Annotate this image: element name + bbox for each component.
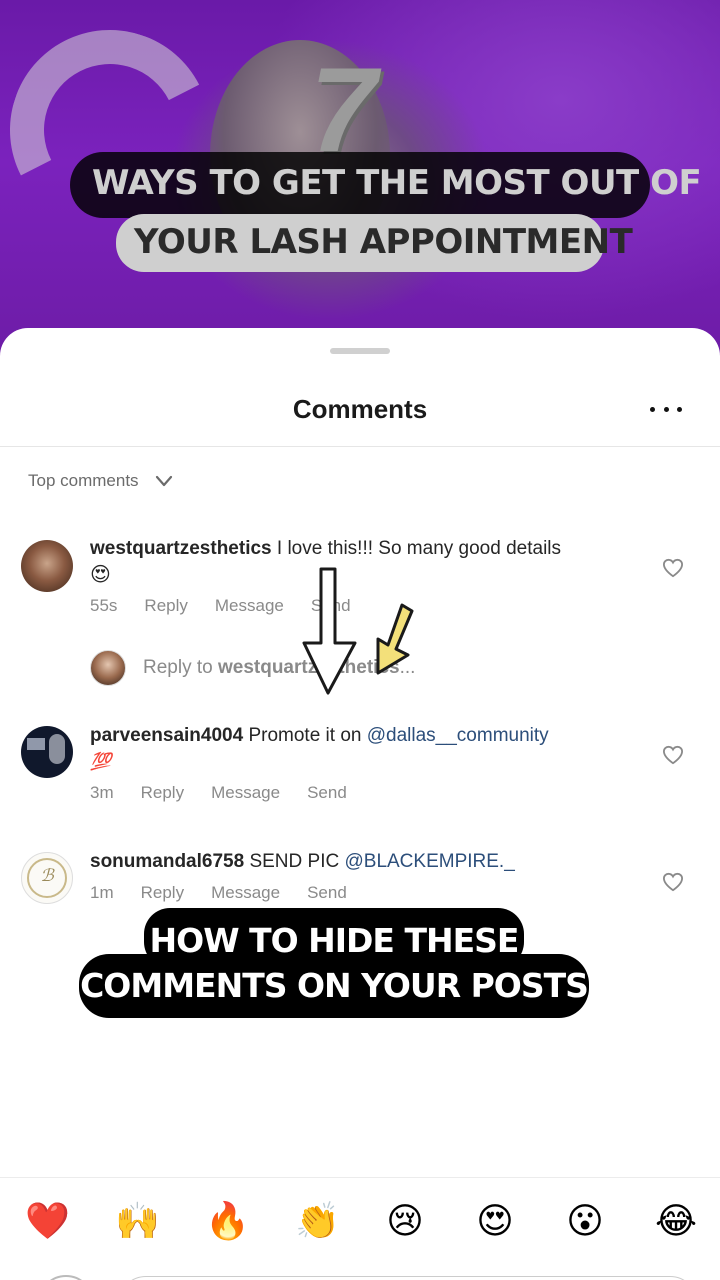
message-button[interactable]: Message — [211, 883, 280, 903]
sort-selector[interactable]: Top comments — [28, 471, 173, 491]
video-title-line-1: WAYS TO GET THE MOST OUT OF — [70, 152, 702, 218]
comment-input[interactable] — [118, 1276, 698, 1280]
reply-prefix: Reply to — [143, 657, 213, 678]
video-background: 7 WAYS TO GET THE MOST OUT OF YOUR LASH … — [0, 0, 720, 360]
video-title-line-2: YOUR LASH APPOINTMENT — [116, 214, 633, 272]
comment-message: SEND PIC — [249, 851, 340, 872]
emoji-laughing-button[interactable]: 😂 — [655, 1195, 697, 1247]
sheet-drag-handle[interactable] — [330, 348, 390, 354]
avatar[interactable] — [21, 726, 73, 778]
comment-username[interactable]: sonumandal6758 — [90, 851, 244, 872]
message-button[interactable]: Message — [215, 596, 284, 616]
emoji-bar-divider — [0, 1177, 720, 1178]
comment-message: Promote it on — [248, 725, 362, 746]
like-heart-icon[interactable] — [662, 558, 684, 578]
chevron-down-icon — [155, 475, 172, 487]
emoji-surprised-button[interactable]: 😮 — [565, 1195, 605, 1247]
mention-link[interactable]: @BLACKEMPIRE._ — [344, 851, 514, 872]
comment-time: 3m — [90, 783, 114, 802]
reply-button[interactable]: Reply — [144, 596, 187, 616]
avatar — [38, 1275, 94, 1280]
comment-text: parveensain4004 Promote it on @dallas__c… — [90, 723, 630, 775]
comment-username[interactable]: westquartzesthetics — [90, 538, 272, 559]
emoji-fire-button[interactable]: 🔥 — [205, 1195, 250, 1247]
pointer-arrows — [302, 567, 414, 695]
reply-button[interactable]: Reply — [141, 783, 184, 803]
comment-emoji: 💯 — [90, 752, 112, 771]
message-button[interactable]: Message — [211, 783, 280, 803]
comment-actions: 3m Reply Message Send — [90, 783, 630, 803]
avatar[interactable] — [21, 540, 73, 592]
send-button[interactable]: Send — [307, 783, 347, 803]
sheet-title: Comments — [292, 394, 428, 424]
avatar — [90, 650, 126, 686]
comment-message: I love this!!! So many good details — [276, 538, 562, 559]
comment-time: 1m — [90, 883, 114, 902]
caption-line-2: COMMENTS ON YOUR POSTS — [79, 954, 589, 1018]
header-divider — [0, 446, 720, 447]
emoji-heart-eyes-button[interactable]: 😍 — [475, 1195, 515, 1247]
comment-text: sonumandal6758 SEND PIC @BLACKEMPIRE._ — [90, 849, 630, 875]
emoji-crying-button[interactable]: 😢 — [385, 1195, 425, 1247]
compose-row — [0, 1268, 720, 1280]
like-heart-icon[interactable] — [662, 745, 684, 765]
emoji-clapping-button[interactable]: 👏 — [295, 1195, 340, 1247]
like-heart-icon[interactable] — [662, 872, 684, 892]
reply-button[interactable]: Reply — [141, 883, 184, 903]
comment-actions: 1m Reply Message Send — [90, 883, 630, 903]
comments-sheet: Comments Top comments westquartzesthetic… — [0, 328, 720, 1280]
avatar[interactable]: ℬ — [21, 852, 73, 904]
comment-username[interactable]: parveensain4004 — [90, 725, 243, 746]
emoji-red-heart-button[interactable]: ❤️ — [25, 1195, 70, 1247]
emoji-raised-hands-button[interactable]: 🙌 — [115, 1195, 160, 1247]
send-button[interactable]: Send — [307, 883, 347, 903]
emoji-reaction-bar: ❤️ 🙌 🔥 👏 😢 😍 😮 😂 — [0, 1195, 720, 1247]
more-horizontal-icon[interactable] — [650, 402, 682, 416]
sort-label: Top comments — [28, 471, 139, 490]
mention-link[interactable]: @dallas__community — [367, 725, 549, 746]
comment-time: 55s — [90, 596, 118, 615]
